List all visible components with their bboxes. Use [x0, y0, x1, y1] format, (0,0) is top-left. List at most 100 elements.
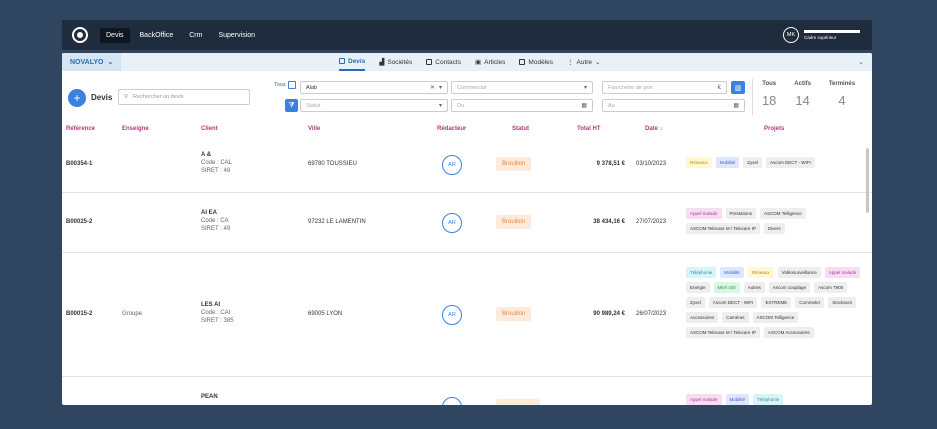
search-input[interactable]: ⚲ Rechercher un devis — [118, 89, 250, 105]
project-tag: Ascom DECT - WIFI — [708, 297, 758, 308]
table-row[interactable]: B00025-2 AI EA Code : CA SIRET : 49 9723… — [62, 193, 872, 253]
row-ville: 69005 LYON — [308, 311, 343, 317]
project-tag: Mobilité — [720, 267, 744, 278]
currency-icon: € — [717, 84, 721, 91]
stat-tous[interactable]: Tous 18 — [762, 79, 776, 115]
tab-autre[interactable]: ⋮ Autre ⌄ — [567, 53, 601, 71]
row-date: 27/07/2023 — [636, 219, 667, 225]
col-reference[interactable]: Référence — [66, 126, 95, 132]
row-ville: 69780 TOUSSIEU — [308, 161, 357, 167]
calendar-icon: ▦ — [581, 103, 587, 109]
project-tag: EXTREME — [761, 297, 792, 308]
col-total-ht[interactable]: Total HT — [577, 126, 601, 132]
project-tag: ASCOM Telligence — [760, 208, 806, 219]
tab-modeles[interactable]: Modèles — [519, 53, 553, 71]
row-total: 38 434,16 € — [593, 219, 625, 225]
chevron-down-icon: ▾ — [438, 103, 442, 109]
project-tag: Ascom DECT - WIFI — [766, 157, 815, 168]
chevron-down-icon: ⌄ — [595, 59, 601, 66]
col-enseigne[interactable]: Enseigne — [122, 126, 149, 132]
date-from-input[interactable]: Du ▦ — [451, 99, 593, 112]
col-date[interactable]: Date ↓ — [645, 126, 663, 132]
avatar[interactable]: MK — [783, 27, 799, 43]
row-ville: 97232 LE LAMENTIN — [308, 219, 366, 225]
sub-navbar: NOVALYO ⌄ Devis ▟ Sociétés Contacts ▣ Arti… — [62, 53, 872, 71]
project-tag: Accessoires — [686, 312, 719, 323]
table-row[interactable]: PEAN Appel malade Mobilité Téléphonie — [62, 377, 872, 405]
project-tag: Mobilité — [715, 157, 740, 168]
row-redacteur-avatar[interactable] — [442, 397, 462, 405]
project-tag: Stockeurs — [828, 297, 857, 308]
row-enseigne: Groupe — [122, 311, 143, 317]
row-client: AI EA Code : CA SIRET : 49 — [201, 210, 231, 232]
collapse-chevron-icon[interactable]: ⌄ — [858, 58, 864, 66]
table-row[interactable]: B00015-2 Groupe LES AI Code : CAI SIRET … — [62, 253, 872, 377]
col-redacteur[interactable]: Rédacteur — [437, 126, 466, 132]
tab-societes[interactable]: ▟ Sociétés — [379, 53, 412, 71]
search-icon: ⚲ — [124, 94, 129, 100]
status-badge: Brouillon — [496, 215, 532, 229]
nav-item-supervision[interactable]: Supervision — [212, 28, 261, 43]
row-projects: Appel malade Prestations ASCOM Telligenc… — [686, 208, 862, 234]
top-navbar: Devis BackOffice Crm Supervision MK Cadr… — [62, 20, 872, 50]
template-icon — [519, 59, 526, 65]
project-tag: Téléphonie — [753, 394, 784, 405]
user-menu[interactable]: MK Cadre supérieur — [783, 27, 860, 43]
view-toggle-button[interactable]: ▥ — [731, 81, 745, 94]
clear-icon[interactable]: ✕ — [430, 84, 435, 91]
project-tag: Ascom couplage — [768, 282, 811, 293]
building-icon: ▟ — [379, 59, 385, 66]
tab-contacts[interactable]: Contacts — [426, 53, 461, 71]
tab-articles[interactable]: ▣ Articles — [475, 53, 505, 71]
row-redacteur-avatar[interactable]: AR — [442, 305, 462, 325]
col-statut[interactable]: Statut — [512, 126, 529, 132]
tab-devis[interactable]: Devis — [339, 53, 366, 71]
project-tag: Ascom T900 — [814, 282, 848, 293]
box-icon: ▣ — [474, 59, 482, 66]
table-row[interactable]: B00354-1 A & Code : CAL SIRET : 48 69780… — [62, 137, 872, 193]
project-tag: Réseaux — [686, 157, 712, 168]
row-reference: B00354-1 — [66, 161, 93, 167]
row-date: 26/07/2023 — [636, 311, 667, 317]
checkbox-icon — [287, 81, 296, 89]
project-tag: Commeter — [795, 297, 825, 308]
commercial-select[interactable]: Commercial ▾ — [451, 81, 593, 94]
row-projects: Téléphonie Mobilité Réseaux Vidéosurveil… — [686, 267, 862, 338]
vertical-scrollbar[interactable] — [866, 148, 869, 213]
add-devis-button[interactable]: + — [68, 89, 86, 107]
project-tag: Appel malade — [686, 208, 722, 219]
row-reference: B00025-2 — [66, 219, 93, 225]
stat-actifs[interactable]: Actifs 14 — [794, 79, 811, 115]
main-card: NOVALYO ⌄ Devis ▟ Sociétés Contacts ▣ Arti… — [62, 53, 872, 405]
stat-termines[interactable]: Terminés 4 — [829, 79, 855, 115]
nav-item-crm[interactable]: Crm — [183, 28, 208, 43]
calendar-icon: ▦ — [733, 103, 739, 109]
price-range-input[interactable]: Fourchette de prix € — [602, 81, 727, 94]
row-projects: Réseaux Mobilité Zyxel Ascom DECT - WIFI — [686, 157, 862, 168]
row-redacteur-avatar[interactable]: AR — [442, 155, 462, 175]
tous-checkbox[interactable]: Tous — [274, 81, 296, 89]
app-logo-icon[interactable] — [72, 27, 88, 43]
col-ville[interactable]: Ville — [308, 126, 320, 132]
company-selector[interactable]: NOVALYO ⌄ — [62, 53, 122, 71]
project-tag: Energie — [686, 282, 710, 293]
row-redacteur-avatar[interactable]: AR — [442, 213, 462, 233]
project-tag: Divers — [763, 223, 785, 234]
nav-item-backoffice[interactable]: BackOffice — [134, 28, 180, 43]
chevron-down-icon: ▾ — [583, 85, 587, 91]
nav-item-devis[interactable]: Devis — [100, 27, 130, 43]
client-select[interactable]: Alab ✕ ▾ — [300, 81, 448, 94]
project-tag: ASCOM Telecare M / Telecare IP — [686, 223, 760, 234]
statut-select[interactable]: Statut ▾ — [300, 99, 448, 112]
row-client: A & Code : CAL SIRET : 48 — [201, 152, 233, 174]
project-tag: Mitel 400 — [713, 282, 740, 293]
col-client[interactable]: Client — [201, 126, 218, 132]
filter-panel: + Devis ⚲ Rechercher un devis Tous ⧩ Ala… — [62, 71, 872, 123]
section-tabs: Devis ▟ Sociétés Contacts ▣ Articles Modèl… — [339, 53, 601, 71]
clear-filter-button[interactable]: ⧩ — [285, 99, 298, 112]
project-tag: Réseaux — [747, 267, 774, 278]
columns-icon: ▥ — [734, 84, 742, 92]
date-to-input[interactable]: Au ▦ — [602, 99, 745, 112]
user-name-redacted — [804, 30, 860, 33]
stats-panel: Tous 18 Actifs 14 Terminés 4 — [752, 79, 864, 115]
